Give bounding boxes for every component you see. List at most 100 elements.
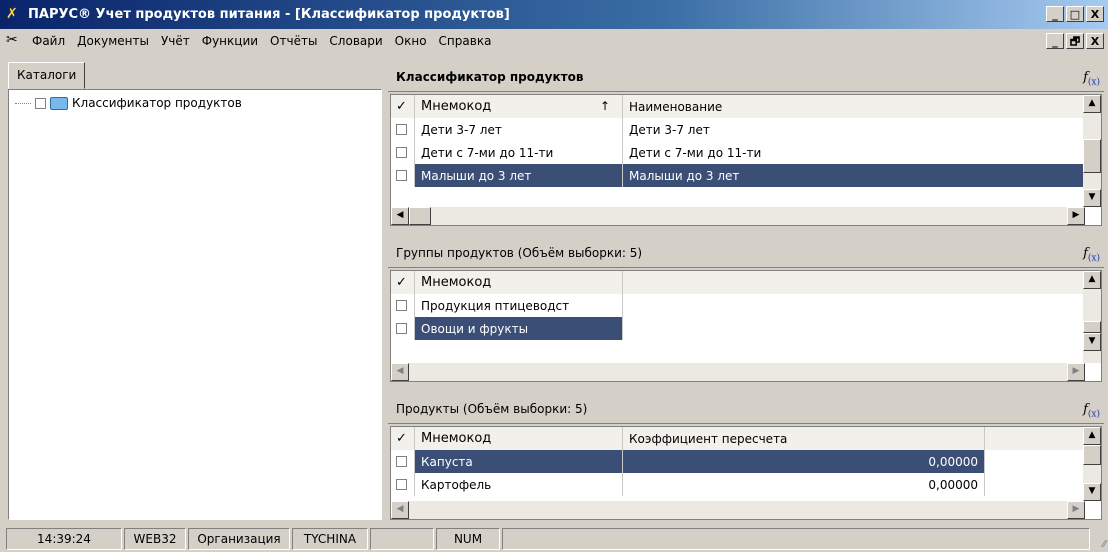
table-row[interactable]: Картофель 0,00000 xyxy=(391,473,1085,496)
formula-icon[interactable]: f(x) xyxy=(1083,70,1100,88)
scroll-right-button[interactable]: ▶ xyxy=(1067,363,1085,381)
resize-grip-icon[interactable]: ⁄⁄ xyxy=(1103,539,1106,550)
vertical-scrollbar[interactable]: ▲ ▼ xyxy=(1083,95,1101,207)
table-row[interactable]: Продукция птицеводст xyxy=(391,294,1085,317)
status-empty xyxy=(502,528,1090,550)
scroll-up-button[interactable]: ▲ xyxy=(1083,271,1101,289)
row-checkbox[interactable] xyxy=(396,323,407,334)
app-icon[interactable]: ✗ xyxy=(6,6,18,22)
check-all-header[interactable]: ✓ xyxy=(391,427,415,450)
row-checkbox-cell[interactable] xyxy=(391,118,415,141)
vertical-scrollbar[interactable]: ▲ ▼ xyxy=(1083,271,1101,363)
menu-help[interactable]: Справка xyxy=(439,34,492,48)
vertical-scrollbar[interactable]: ▲ ▼ xyxy=(1083,427,1101,501)
scroll-down-button[interactable]: ▼ xyxy=(1083,333,1101,351)
table-row-selected[interactable]: Капуста 0,00000 xyxy=(391,450,1085,473)
scroll-down-button[interactable]: ▼ xyxy=(1083,189,1101,207)
table-row[interactable]: Дети с 7-ми до 11-ти Дети с 7-ми до 11-т… xyxy=(391,141,1085,164)
tree-item[interactable]: Классификатор продуктов xyxy=(15,96,242,110)
menu-dictionaries[interactable]: Словари xyxy=(329,34,382,48)
scroll-up-button[interactable]: ▲ xyxy=(1083,427,1101,445)
sort-ascending-icon: ↑ xyxy=(599,99,610,113)
scroll-right-button[interactable]: ▶ xyxy=(1067,501,1085,519)
section-header: Группы продуктов (Объём выборки: 5) f(x) xyxy=(388,238,1104,268)
section-title: Группы продуктов (Объём выборки: 5) xyxy=(396,245,643,260)
folder-icon xyxy=(50,96,68,110)
products-grid: ✓ Мнемокод Коэффициент пересчета Капуста… xyxy=(390,426,1102,520)
row-checkbox[interactable] xyxy=(396,147,407,158)
menu-documents[interactable]: Документы xyxy=(77,34,149,48)
scroll-up-button[interactable]: ▲ xyxy=(1083,95,1101,113)
status-server: WEB32 xyxy=(124,528,186,550)
grid-header: ✓ Мнемокод Коэффициент пересчета xyxy=(391,427,1085,450)
column-header-code[interactable]: Мнемокод xyxy=(415,427,623,450)
cell-code: Дети 3-7 лет xyxy=(415,118,623,141)
scroll-thumb[interactable] xyxy=(1083,321,1101,333)
scroll-left-button[interactable]: ◀ xyxy=(391,363,409,381)
formula-icon[interactable]: f(x) xyxy=(1083,402,1100,420)
horizontal-scrollbar[interactable]: ◀ ▶ xyxy=(391,501,1085,519)
scroll-thumb[interactable] xyxy=(409,207,431,225)
menu-reports[interactable]: Отчёты xyxy=(270,34,317,48)
scroll-thumb[interactable] xyxy=(1083,139,1101,173)
mdi-minimize-button[interactable]: _ xyxy=(1046,33,1064,49)
mdi-restore-button[interactable]: 🗗 xyxy=(1066,33,1084,49)
cell-coefficient: 0,00000 xyxy=(623,473,985,496)
menu-functions[interactable]: Функции xyxy=(202,34,258,48)
tab-catalogs[interactable]: Каталоги xyxy=(8,62,86,89)
cell-code: Дети с 7-ми до 11-ти xyxy=(415,141,623,164)
row-checkbox-cell[interactable] xyxy=(391,450,415,473)
minimize-button[interactable]: _ xyxy=(1046,6,1064,22)
check-all-header[interactable]: ✓ xyxy=(391,271,415,294)
cell-name: Дети с 7-ми до 11-ти xyxy=(629,145,762,160)
cell-name: Дети 3-7 лет xyxy=(629,122,710,137)
scroll-left-button[interactable]: ◀ xyxy=(391,501,409,519)
scroll-thumb[interactable] xyxy=(1083,445,1101,465)
column-header-coefficient[interactable]: Коэффициент пересчета xyxy=(623,427,985,450)
column-header-code[interactable]: Мнемокод ↑ xyxy=(415,95,623,118)
mdi-close-button[interactable]: X xyxy=(1086,33,1104,49)
products-section: Продукты (Объём выборки: 5) f(x) ✓ Мнемо… xyxy=(388,394,1104,520)
menu-file[interactable]: Файл xyxy=(32,34,65,48)
cell-code: Капуста xyxy=(415,450,623,473)
section-title: Классификатор продуктов xyxy=(396,69,584,84)
horizontal-scrollbar[interactable]: ◀ ▶ xyxy=(391,363,1085,381)
tree-connector xyxy=(15,102,31,104)
section-header: Классификатор продуктов f(x) xyxy=(388,62,1104,92)
row-checkbox-cell[interactable] xyxy=(391,141,415,164)
row-checkbox[interactable] xyxy=(396,124,407,135)
formula-icon[interactable]: f(x) xyxy=(1083,246,1100,264)
check-all-header[interactable]: ✓ xyxy=(391,95,415,118)
row-checkbox[interactable] xyxy=(396,300,407,311)
cell-code: Продукция птицеводст xyxy=(415,294,623,317)
horizontal-scrollbar[interactable]: ◀ ▶ xyxy=(391,207,1085,225)
menu-accounting[interactable]: Учёт xyxy=(161,34,190,48)
scroll-right-button[interactable]: ▶ xyxy=(1067,207,1085,225)
tree-checkbox[interactable] xyxy=(35,97,46,109)
grid-header: ✓ Мнемокод ↑ Наименование xyxy=(391,95,1085,118)
status-bar: 14:39:24 WEB32 Организация TYCHINA NUM ⁄… xyxy=(0,528,1108,552)
status-organization: Организация xyxy=(188,528,290,550)
menu-window[interactable]: Окно xyxy=(395,34,427,48)
row-checkbox[interactable] xyxy=(396,479,407,490)
row-checkbox-cell[interactable] xyxy=(391,294,415,317)
table-row-selected[interactable]: Овощи и фрукты xyxy=(391,317,1085,340)
column-label: Мнемокод xyxy=(421,99,492,114)
tools-icon[interactable]: ✂ xyxy=(6,32,18,48)
row-checkbox[interactable] xyxy=(396,456,407,467)
table-row-selected[interactable]: Малыши до 3 лет Малыши до 3 лет xyxy=(391,164,1085,187)
scroll-left-button[interactable]: ◀ xyxy=(391,207,409,225)
scroll-down-button[interactable]: ▼ xyxy=(1083,483,1101,501)
fx-sub: (x) xyxy=(1087,409,1100,420)
section-title: Продукты (Объём выборки: 5) xyxy=(396,401,588,416)
row-checkbox-cell[interactable] xyxy=(391,317,415,340)
close-button[interactable]: X xyxy=(1086,6,1104,22)
tree-item-label: Классификатор продуктов xyxy=(72,96,242,110)
row-checkbox[interactable] xyxy=(396,170,407,181)
row-checkbox-cell[interactable] xyxy=(391,164,415,187)
maximize-button[interactable]: □ xyxy=(1066,6,1084,22)
row-checkbox-cell[interactable] xyxy=(391,473,415,496)
column-header-name[interactable]: Наименование xyxy=(623,95,1085,118)
table-row[interactable]: Дети 3-7 лет Дети 3-7 лет xyxy=(391,118,1085,141)
column-header-code[interactable]: Мнемокод xyxy=(415,271,623,294)
